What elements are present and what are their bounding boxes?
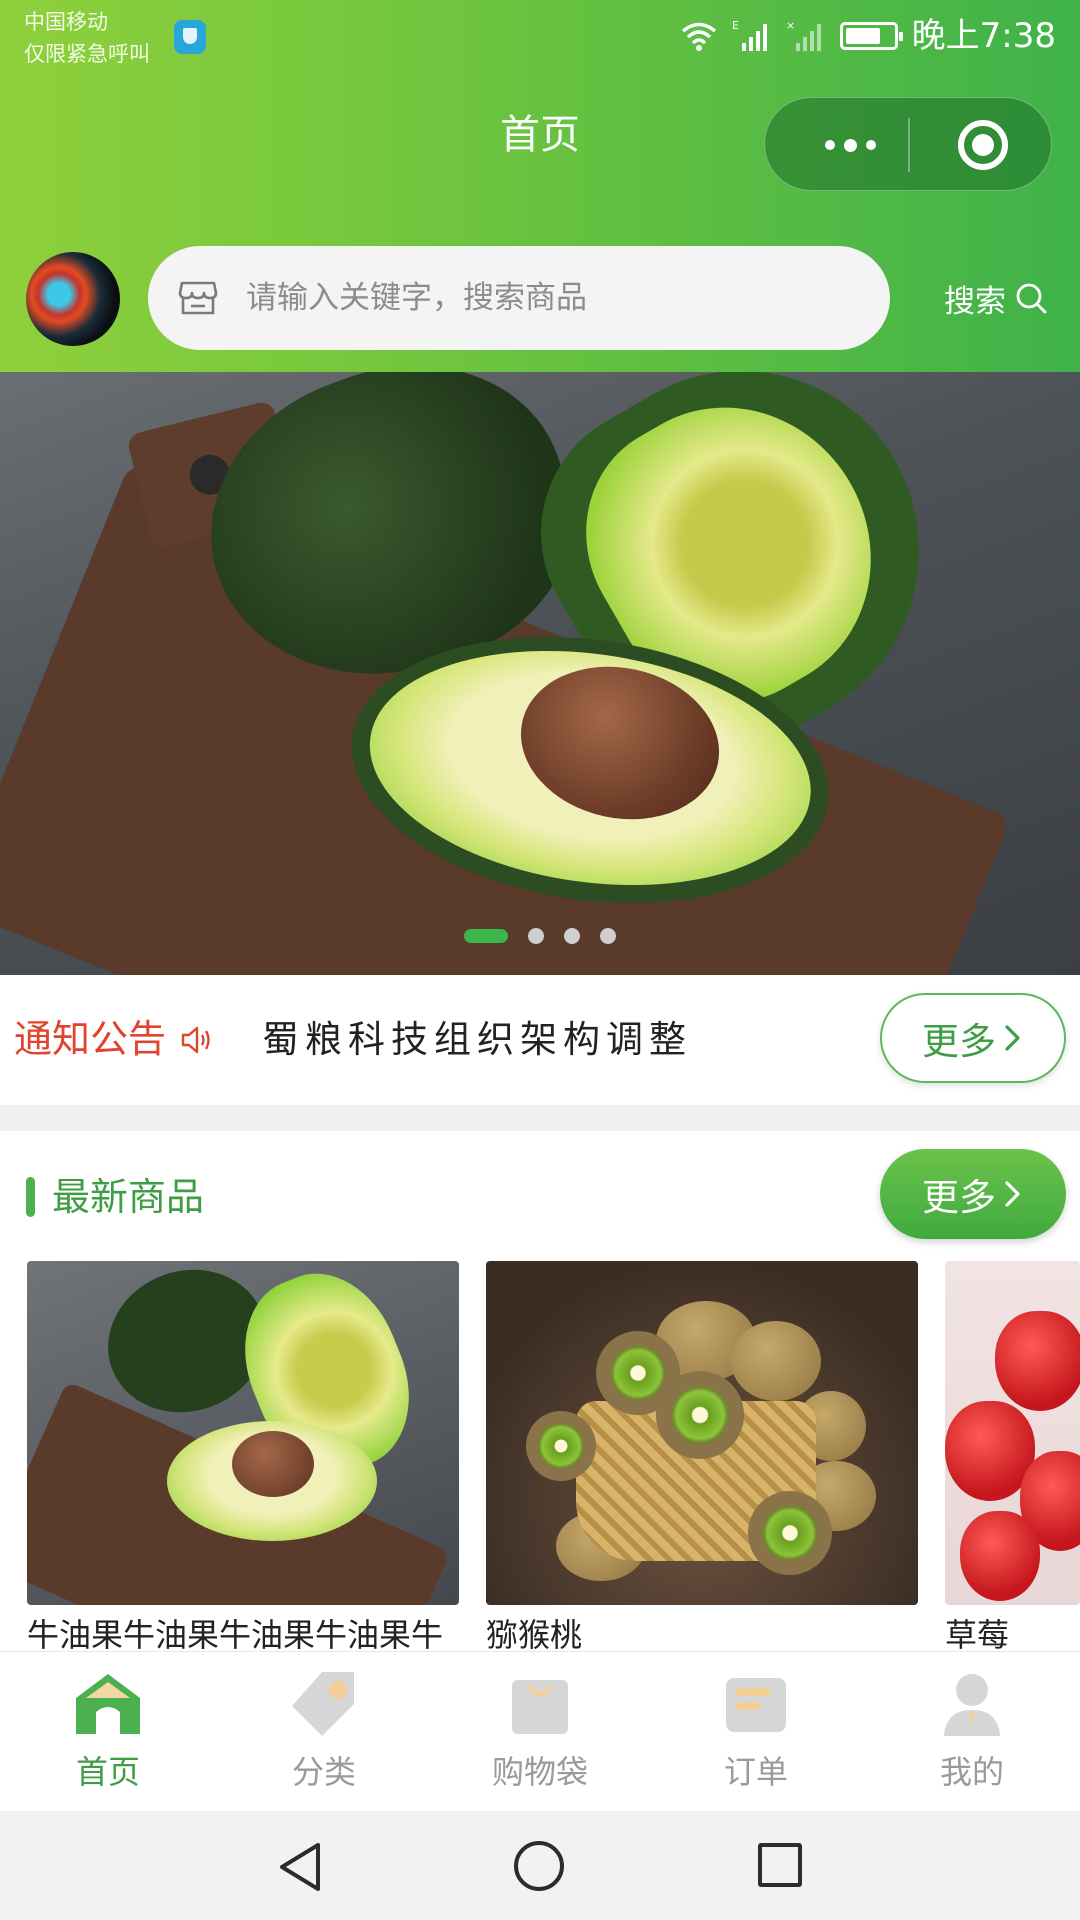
section-title: 最新商品 xyxy=(52,1175,205,1219)
product-card[interactable]: 草莓 xyxy=(945,1261,1080,1657)
tab-orders[interactable]: 订单 xyxy=(648,1668,864,1794)
new-products-more-label: 更多 xyxy=(922,1176,996,1219)
notice-text[interactable]: 蜀粮科技组织架构调整 xyxy=(262,1013,692,1067)
signal-none-icon: × xyxy=(786,19,826,53)
capsule-divider xyxy=(908,118,910,172)
search-button-label: 搜索 xyxy=(944,283,1006,320)
miniprogram-capsule xyxy=(764,97,1052,191)
order-icon xyxy=(720,1668,792,1740)
carousel-dot[interactable] xyxy=(564,928,580,944)
more-options-icon[interactable] xyxy=(805,124,895,166)
battery-icon xyxy=(839,22,903,50)
tab-label: 购物袋 xyxy=(491,1753,588,1791)
avatar[interactable] xyxy=(26,252,120,346)
carrier-name: 中国移动 xyxy=(24,10,108,34)
status-indicators: E × 晚上7:38 xyxy=(680,14,1056,58)
home-circle-icon[interactable] xyxy=(514,1841,564,1891)
tab-label: 订单 xyxy=(723,1753,788,1791)
status-bar: 中国移动 仅限紧急呼叫 E × 晚上7:38 xyxy=(0,0,1080,75)
notice-more-label: 更多 xyxy=(922,1020,996,1063)
header: 中国移动 仅限紧急呼叫 E × 晚上7:38 首页 请输入关键字，搜索商品 搜索 xyxy=(0,0,1080,372)
new-products-section: 最新商品 更多 牛油果牛油果牛油果牛油果牛 猕猴桃 草莓 xyxy=(0,1131,1080,1654)
svg-text:×: × xyxy=(786,19,795,32)
product-card[interactable]: 猕猴桃 xyxy=(486,1261,918,1657)
product-image xyxy=(27,1261,459,1605)
search-icon xyxy=(1016,283,1047,314)
home-icon xyxy=(72,1668,144,1740)
back-icon[interactable] xyxy=(276,1841,324,1893)
shopping-bag-icon xyxy=(504,1668,576,1740)
banner-carousel[interactable] xyxy=(0,372,1080,975)
chevron-right-icon xyxy=(1005,1025,1020,1051)
tab-label: 我的 xyxy=(939,1753,1004,1791)
carousel-dot[interactable] xyxy=(528,928,544,944)
speaker-icon xyxy=(180,1023,214,1057)
status-time: 晚上7:38 xyxy=(911,16,1056,56)
carrier-info: 中国移动 仅限紧急呼叫 xyxy=(24,6,150,70)
recent-apps-icon[interactable] xyxy=(758,1843,802,1887)
security-shield-icon xyxy=(174,20,206,54)
system-navigation-bar xyxy=(0,1811,1080,1920)
chevron-right-icon xyxy=(1005,1181,1020,1207)
product-image xyxy=(945,1261,1080,1605)
notice-label: 通知公告 xyxy=(14,1017,167,1061)
svg-text:E: E xyxy=(732,19,739,32)
carousel-indicator xyxy=(0,928,1080,944)
section-title-marker xyxy=(26,1177,35,1217)
tab-home[interactable]: 首页 xyxy=(0,1668,216,1794)
new-products-more-button[interactable]: 更多 xyxy=(880,1149,1066,1239)
carousel-dot[interactable] xyxy=(464,929,508,943)
close-miniprogram-icon[interactable] xyxy=(958,120,1008,170)
search-box[interactable] xyxy=(148,246,890,350)
tab-shopping-bag[interactable]: 购物袋 xyxy=(432,1668,648,1794)
tab-profile[interactable]: 我的 xyxy=(864,1668,1080,1794)
search-input[interactable] xyxy=(246,280,846,316)
search-button[interactable]: 搜索 xyxy=(944,272,1048,324)
product-card[interactable]: 牛油果牛油果牛油果牛油果牛 xyxy=(27,1261,459,1657)
section-divider xyxy=(0,1105,1080,1131)
signal-strength-icon: E xyxy=(732,19,772,53)
notice-bar: 通知公告 蜀粮科技组织架构调整 更多 xyxy=(0,975,1080,1105)
user-icon xyxy=(936,1668,1008,1740)
tab-label: 分类 xyxy=(291,1753,356,1791)
tab-bar: 首页 分类 购物袋 订单 我的 xyxy=(0,1651,1080,1811)
store-icon xyxy=(178,280,218,316)
product-image xyxy=(486,1261,918,1605)
notice-more-button[interactable]: 更多 xyxy=(880,993,1066,1083)
tab-category[interactable]: 分类 xyxy=(216,1668,432,1794)
carousel-dot[interactable] xyxy=(600,928,616,944)
tab-label: 首页 xyxy=(75,1753,140,1791)
emergency-only-text: 仅限紧急呼叫 xyxy=(24,42,150,66)
tag-icon xyxy=(288,1668,360,1740)
wifi-icon xyxy=(680,21,718,51)
